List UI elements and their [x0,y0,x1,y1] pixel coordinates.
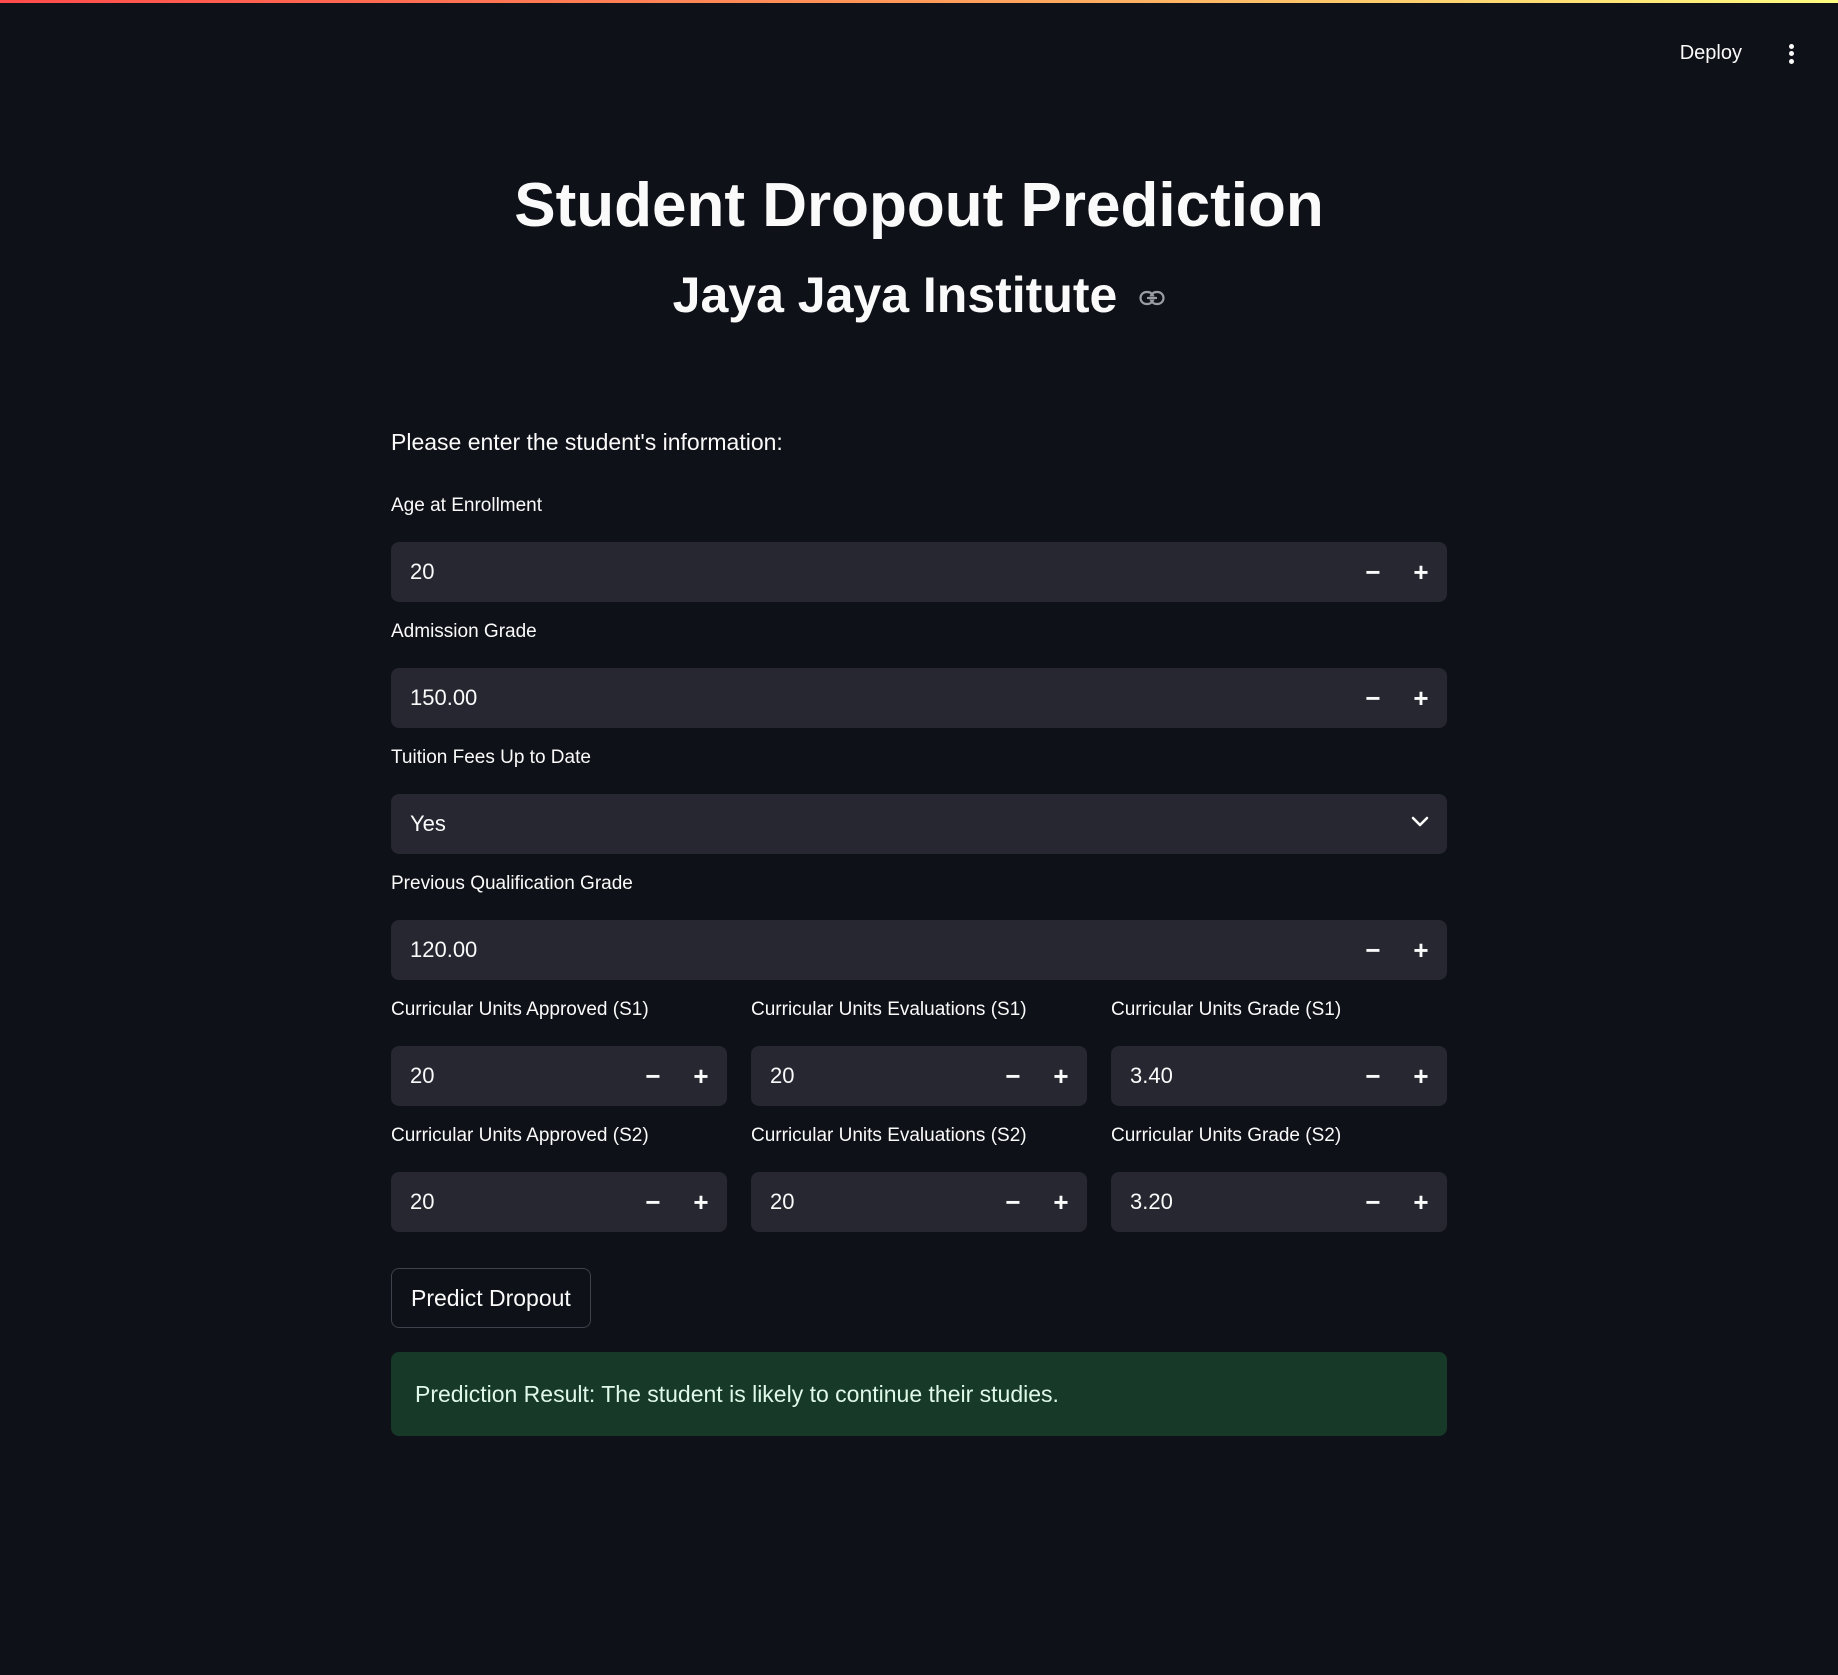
link-icon[interactable] [1139,285,1165,311]
page-title: Student Dropout Prediction [514,171,1324,240]
prev-qualification-number-input: 120.00 − + [391,920,1447,980]
decrement-button[interactable]: − [989,1172,1037,1232]
cu-approved-s2-field: Curricular Units Approved (S2) 20 − + [391,1122,727,1232]
increment-button[interactable]: + [1397,1046,1445,1106]
chevron-down-icon [1411,815,1429,833]
intro-text: Please enter the student's information: [391,429,783,455]
cu-approved-s2-number-input: 20 − + [391,1172,727,1232]
decrement-button[interactable]: − [1349,668,1397,728]
select-value: Yes [410,811,446,836]
app-decoration-bar [0,0,1838,3]
page-subtitle: Jaya Jaya Institute [672,267,1118,323]
increment-button[interactable]: + [1397,668,1445,728]
age-input[interactable]: 20 [391,559,1349,585]
field-label: Admission Grade [391,621,537,642]
increment-button[interactable]: + [1397,920,1445,980]
cu-grade-s2-input[interactable]: 3.20 [1111,1189,1349,1215]
cu-approved-s1-field: Curricular Units Approved (S1) 20 − + [391,996,727,1106]
field-label: Curricular Units Approved (S2) [391,1125,649,1146]
admission-grade-number-input: 150.00 − + [391,668,1447,728]
prediction-result-alert: Prediction Result: The student is likely… [391,1352,1447,1436]
field-label: Curricular Units Evaluations (S2) [751,1125,1027,1146]
increment-button[interactable]: + [677,1172,725,1232]
tuition-field: Tuition Fees Up to Date Yes [391,744,1447,854]
cu-grade-s2-number-input: 3.20 − + [1111,1172,1447,1232]
cu-grade-s1-number-input: 3.40 − + [1111,1046,1447,1106]
increment-button[interactable]: + [1397,1172,1445,1232]
field-label: Age at Enrollment [391,495,543,516]
cu-grade-s1-field: Curricular Units Grade (S1) 3.40 − + [1111,996,1447,1106]
more-vertical-icon[interactable] [1780,41,1802,67]
cu-eval-s2-number-input: 20 − + [751,1172,1087,1232]
decrement-button[interactable]: − [989,1046,1037,1106]
age-number-input: 20 − + [391,542,1447,602]
decrement-button[interactable]: − [1349,1046,1397,1106]
decrement-button[interactable]: − [1349,920,1397,980]
tuition-select[interactable]: Yes [391,794,1447,854]
cu-eval-s1-number-input: 20 − + [751,1046,1087,1106]
field-label: Curricular Units Evaluations (S1) [751,999,1027,1020]
prediction-result-text: Prediction Result: The student is likely… [415,1380,1059,1407]
increment-button[interactable]: + [1037,1172,1085,1232]
decrement-button[interactable]: − [1349,542,1397,602]
decrement-button[interactable]: − [1349,1172,1397,1232]
age-field: Age at Enrollment 20 − + [391,492,1447,602]
admission-grade-input[interactable]: 150.00 [391,685,1349,711]
increment-button[interactable]: + [1397,542,1445,602]
field-label: Curricular Units Grade (S1) [1111,999,1342,1020]
field-label: Curricular Units Grade (S2) [1111,1125,1342,1146]
cu-eval-s2-input[interactable]: 20 [751,1189,989,1215]
subtitle-row: Jaya Jaya Institute [391,268,1447,323]
decrement-button[interactable]: − [629,1172,677,1232]
admission-grade-field: Admission Grade 150.00 − + [391,618,1447,728]
cu-approved-s2-input[interactable]: 20 [391,1189,629,1215]
prev-qualification-input[interactable]: 120.00 [391,937,1349,963]
cu-eval-s1-input[interactable]: 20 [751,1063,989,1089]
cu-grade-s1-input[interactable]: 3.40 [1111,1063,1349,1089]
cu-grade-s2-field: Curricular Units Grade (S2) 3.20 − + [1111,1122,1447,1232]
decrement-button[interactable]: − [629,1046,677,1106]
field-label: Tuition Fees Up to Date [391,747,591,768]
predict-dropout-button[interactable]: Predict Dropout [391,1268,591,1328]
cu-eval-s1-field: Curricular Units Evaluations (S1) 20 − + [751,996,1087,1106]
header-toolbar: Deploy [1670,36,1802,71]
increment-button[interactable]: + [1037,1046,1085,1106]
deploy-button[interactable]: Deploy [1670,36,1752,71]
increment-button[interactable]: + [677,1046,725,1106]
field-label: Curricular Units Approved (S1) [391,999,649,1020]
cu-approved-s1-number-input: 20 − + [391,1046,727,1106]
prev-qualification-field: Previous Qualification Grade 120.00 − + [391,870,1447,980]
cu-approved-s1-input[interactable]: 20 [391,1063,629,1089]
cu-eval-s2-field: Curricular Units Evaluations (S2) 20 − + [751,1122,1087,1232]
field-label: Previous Qualification Grade [391,873,633,894]
